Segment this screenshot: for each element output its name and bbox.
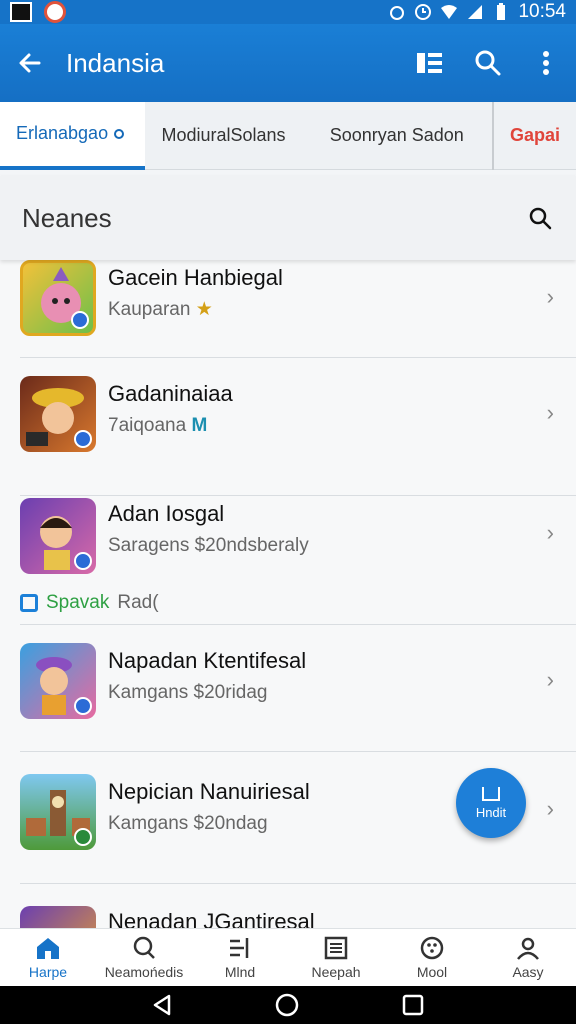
promo-tag: Spavak Rad( <box>20 592 159 614</box>
clock-notification-icon <box>44 1 66 23</box>
back-button[interactable] <box>16 49 44 77</box>
settings-small-icon <box>114 128 125 139</box>
more-options-button[interactable] <box>532 49 560 77</box>
tab-1[interactable]: Erlanabgao <box>0 101 146 170</box>
back-arrow-icon <box>19 53 41 73</box>
nav-home[interactable]: Harpe <box>0 929 96 986</box>
search-button[interactable] <box>474 49 502 77</box>
app-badge-icon <box>74 697 92 715</box>
battery-icon <box>497 3 506 20</box>
app-thumbnail <box>20 643 96 719</box>
system-home-icon[interactable] <box>275 993 299 1017</box>
list-item-subtitle: Saragens $20ndsberaly <box>108 535 309 556</box>
tab-3[interactable]: Soonryan Sadon <box>302 101 494 170</box>
list-view-button[interactable] <box>416 49 444 77</box>
app-badge-icon <box>74 552 92 570</box>
home-icon <box>37 938 59 959</box>
list-item-title: Gacein Hanbiegal <box>108 265 283 290</box>
nav-search[interactable]: Neamońedis <box>96 929 192 986</box>
list-item-subtitle: Kamgans $20ridag <box>108 682 268 703</box>
nav-list[interactable]: Neepah <box>288 929 384 986</box>
app-thumbnail <box>20 260 96 336</box>
mind-icon <box>230 938 249 958</box>
list-item-title: Napadan Ktentifesal <box>108 648 307 673</box>
list-item[interactable]: Gacein Hanbiegal Kauparan ★ › <box>20 260 576 358</box>
person-icon <box>517 937 539 960</box>
tab-bar: Erlanabgao ModiuralSolans Soonryan Sadon… <box>0 101 576 170</box>
section-title: Neanes <box>22 202 112 233</box>
nav-mool[interactable]: Mool <box>384 929 480 986</box>
chevron-right-icon: › <box>546 520 554 545</box>
app-badge-icon <box>74 430 92 448</box>
more-vert-icon <box>543 51 549 75</box>
chevron-right-icon: › <box>546 400 554 425</box>
app-bar: Indansia <box>0 24 576 102</box>
list-icon <box>324 936 348 960</box>
clock-status-icon <box>415 4 432 20</box>
list-item[interactable]: Gadaninaiaa 7aiqoana M › <box>20 376 576 496</box>
app-badge-icon <box>74 828 92 846</box>
search-icon <box>529 207 552 230</box>
app-thumbnail <box>20 906 96 928</box>
list-item-title: Nepician Nanuiriesal <box>108 779 310 804</box>
edit-fab-button[interactable]: Hndit <box>456 768 526 838</box>
alarm-icon <box>390 6 405 20</box>
nav-mind[interactable]: Mlnd <box>192 929 288 986</box>
app-notification-icon <box>10 2 32 22</box>
list-item-subtitle: Kauparan ★ <box>108 299 213 320</box>
section-header: Neanes <box>0 176 576 260</box>
page-title: Indansia <box>66 47 165 78</box>
chevron-right-icon: › <box>546 284 554 309</box>
status-bar: 10:54 <box>0 0 576 24</box>
list-item-title: Adan Iosgal <box>108 501 225 526</box>
system-recents-icon[interactable] <box>402 994 424 1016</box>
app-thumbnail <box>20 376 96 452</box>
tag-icon <box>20 594 38 612</box>
tab-2[interactable]: ModiuralSolans <box>145 102 301 170</box>
tab-4[interactable]: Gapai <box>494 102 576 170</box>
section-search-button[interactable] <box>526 204 554 232</box>
app-badge-icon <box>71 311 89 329</box>
search-icon <box>475 50 501 76</box>
edit-icon <box>482 786 500 801</box>
list-item[interactable]: Nenadan JGantiresal <box>20 904 576 928</box>
chevron-right-icon: › <box>546 796 554 821</box>
list-item-title: Nenadan JGantiresal <box>108 909 315 928</box>
status-time: 10:54 <box>518 1 566 22</box>
list-item-title: Gadaninaiaa <box>108 381 233 406</box>
list-item-subtitle: 7aiqoana M <box>108 415 208 436</box>
bottom-navigation: Harpe Neamońedis Mlnd Neepah Mool Aasy <box>0 928 576 986</box>
app-thumbnail <box>20 498 96 574</box>
dots-circle-icon <box>420 936 444 960</box>
list-item[interactable]: Napadan Ktentifesal Kamgans $20ridag › <box>20 624 576 752</box>
system-navigation <box>0 986 576 1024</box>
category-icon: M <box>191 415 208 436</box>
list-view-icon <box>417 53 442 73</box>
star-icon: ★ <box>195 299 213 320</box>
list-item-subtitle: Kamgans $20ndag <box>108 813 268 834</box>
search-icon <box>133 936 155 959</box>
app-thumbnail <box>20 774 96 850</box>
signal-icon <box>468 5 483 19</box>
chevron-right-icon: › <box>546 667 554 692</box>
wifi-icon <box>441 5 458 19</box>
system-back-icon[interactable] <box>152 994 172 1016</box>
nav-account[interactable]: Aasy <box>480 929 576 986</box>
